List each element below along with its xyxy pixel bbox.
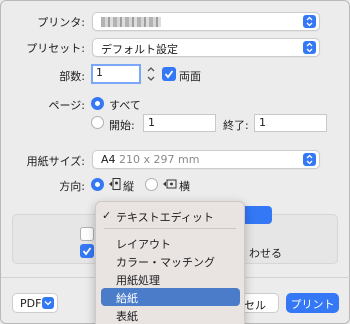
copies-stepper[interactable] [146, 64, 156, 84]
copies-field[interactable]: 1 [91, 64, 141, 84]
menu-item-label: 給紙 [116, 292, 138, 305]
landscape-radio[interactable] [145, 178, 158, 191]
portrait-radio[interactable] [91, 178, 104, 191]
paper-size-label: 用紙サイズ: [26, 155, 85, 168]
menu-item-color-matching[interactable]: カラー・マッチング [96, 252, 244, 270]
option-checkbox-1[interactable] [80, 227, 94, 241]
chevron-updown-icon [303, 153, 316, 166]
copies-value: 1 [96, 66, 103, 79]
chevron-updown-icon [303, 41, 316, 54]
pages-range-radio[interactable] [91, 116, 104, 129]
pages-from-label: 開始: [109, 119, 135, 132]
menu-separator [104, 228, 236, 229]
printer-name-redacted [101, 17, 161, 27]
menu-item-label: テキストエディット [116, 211, 214, 224]
option-label-fit: わせる [249, 247, 282, 260]
checkmark-icon [82, 247, 92, 256]
checkmark-icon [164, 70, 174, 79]
chevron-updown-icon [303, 15, 316, 28]
menu-item-cover-page[interactable]: 表紙 [96, 306, 244, 324]
pages-from-value: 1 [148, 116, 155, 129]
pages-to-label: 終了: [223, 119, 249, 132]
menu-item-label: カラー・マッチング [116, 256, 215, 269]
menu-item-paper-feed[interactable]: 給紙 [101, 288, 240, 306]
menu-item-label: 表紙 [116, 310, 138, 323]
print-dialog: プリンタ: プリセット: デフォルト設定 部数: 1 両面 ページ: すべて 開… [0, 0, 350, 324]
print-button-label: プリント [290, 298, 335, 311]
portrait-label: 縦 [123, 180, 134, 193]
landscape-orientation-icon [163, 179, 177, 189]
presets-popup[interactable]: デフォルト設定 [92, 38, 320, 57]
presets-value: デフォルト設定 [101, 43, 178, 56]
copies-label: 部数: [59, 70, 85, 83]
orientation-label: 方向: [59, 180, 85, 193]
pdf-button-label: PDF [20, 297, 42, 310]
pages-all-label: すべて [109, 99, 141, 112]
paper-size-name: A4 [101, 153, 116, 166]
portrait-orientation-icon [109, 178, 121, 190]
print-button[interactable]: プリント [286, 293, 339, 313]
printer-label: プリンタ: [37, 16, 85, 29]
menu-item-text-edit[interactable]: ✓ テキストエディット [96, 207, 244, 225]
printer-popup[interactable] [92, 12, 320, 31]
checkmark-icon: ✓ [102, 209, 112, 222]
pages-all-radio[interactable] [91, 97, 104, 110]
pages-to-value: 1 [259, 116, 266, 129]
duplex-label: 両面 [179, 70, 201, 83]
paper-size-dims: 210 x 297 mm [119, 153, 200, 166]
chevron-down-icon [42, 297, 54, 309]
paper-size-popup[interactable]: A4 210 x 297 mm [92, 150, 320, 169]
option-checkbox-2[interactable] [80, 244, 94, 258]
section-popup-menu: ✓ テキストエディット レイアウト カラー・マッチング 用紙処理 給紙 表紙 [95, 201, 245, 324]
menu-item-label: 用紙処理 [116, 274, 160, 287]
pages-to-field[interactable]: 1 [254, 114, 327, 132]
pages-label: ページ: [48, 99, 86, 112]
menu-item-paper-handling[interactable]: 用紙処理 [96, 270, 244, 288]
cancel-button-label: セル [244, 299, 266, 312]
menu-item-label: レイアウト [116, 238, 171, 251]
pdf-menu-button[interactable]: PDF [12, 293, 58, 313]
presets-label: プリセット: [26, 42, 85, 55]
menu-item-layout[interactable]: レイアウト [96, 234, 244, 252]
pages-from-field[interactable]: 1 [143, 114, 216, 132]
duplex-checkbox[interactable] [162, 67, 176, 81]
landscape-label: 横 [179, 180, 190, 193]
